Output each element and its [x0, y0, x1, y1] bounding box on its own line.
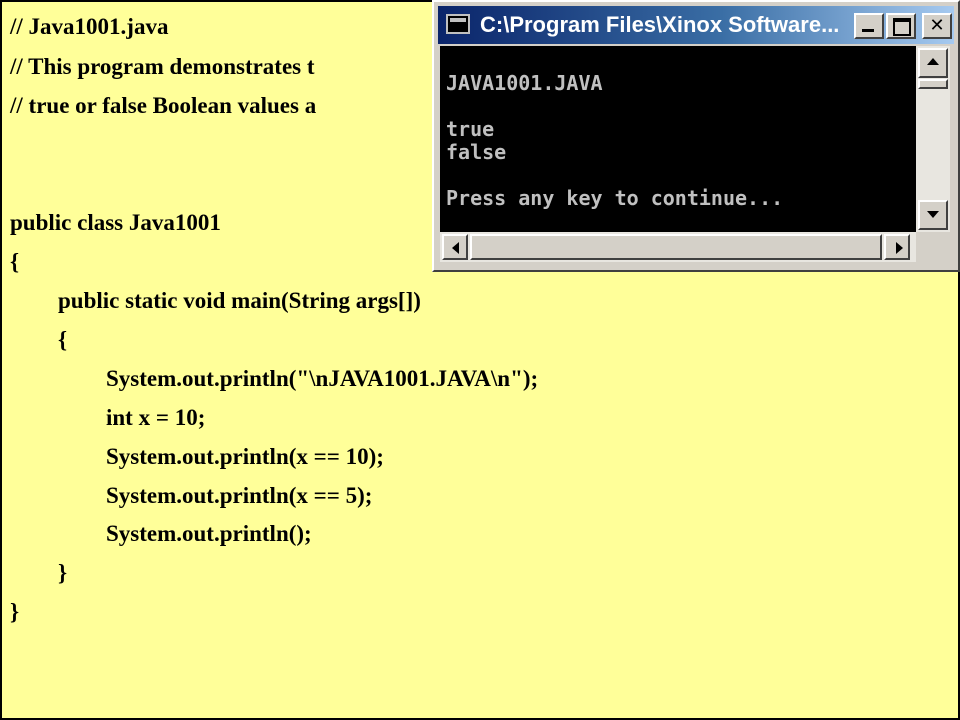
horizontal-scroll-thumb[interactable]	[470, 234, 882, 260]
console-titlebar[interactable]: C:\Program Files\Xinox Software... ✕	[438, 6, 954, 44]
console-window[interactable]: C:\Program Files\Xinox Software... ✕ JAV…	[432, 0, 960, 272]
code-line: }	[10, 599, 20, 624]
minimize-icon	[862, 29, 874, 32]
console-window-icon[interactable]	[446, 14, 470, 34]
console-line: Press any key to continue...	[446, 186, 784, 210]
code-line: System.out.println(x == 10);	[106, 444, 384, 469]
code-line: System.out.println(x == 5);	[106, 483, 373, 508]
maximize-icon	[893, 18, 911, 36]
code-line: // Java1001.java	[10, 14, 169, 39]
scroll-down-button[interactable]	[918, 200, 948, 230]
arrow-up-icon	[927, 58, 939, 65]
vertical-scrollbar[interactable]	[916, 46, 950, 232]
arrow-down-icon	[927, 211, 939, 218]
maximize-button[interactable]	[886, 13, 916, 39]
code-line: }	[58, 560, 68, 585]
code-line: {	[10, 249, 20, 274]
scroll-left-button[interactable]	[442, 234, 468, 260]
code-line: System.out.println("\nJAVA1001.JAVA\n");	[106, 366, 539, 391]
code-line: System.out.println();	[106, 521, 312, 546]
vertical-scroll-thumb[interactable]	[918, 79, 948, 89]
close-button[interactable]: ✕	[922, 13, 952, 39]
console-title: C:\Program Files\Xinox Software...	[480, 12, 840, 37]
close-icon: ✕	[929, 15, 945, 36]
code-line: int x = 10;	[106, 405, 206, 430]
console-output-area[interactable]: JAVA1001.JAVA true false Press any key t…	[440, 46, 916, 232]
code-line: {	[58, 327, 68, 352]
code-line: // This program demonstrates t	[10, 54, 315, 79]
arrow-left-icon	[452, 242, 459, 254]
minimize-button[interactable]	[854, 13, 884, 39]
scroll-up-button[interactable]	[918, 48, 948, 78]
console-line: JAVA1001.JAVA	[446, 71, 603, 95]
console-line: true	[446, 117, 495, 141]
scrollbar-corner	[916, 232, 950, 262]
code-line: public class Java1001	[10, 210, 221, 235]
horizontal-scrollbar[interactable]	[440, 232, 916, 262]
arrow-right-icon	[896, 242, 903, 254]
scroll-right-button[interactable]	[884, 234, 910, 260]
code-line: public static void main(String args[])	[58, 288, 421, 313]
code-line: // true or false Boolean values a	[10, 93, 317, 118]
console-line: false	[446, 140, 507, 164]
